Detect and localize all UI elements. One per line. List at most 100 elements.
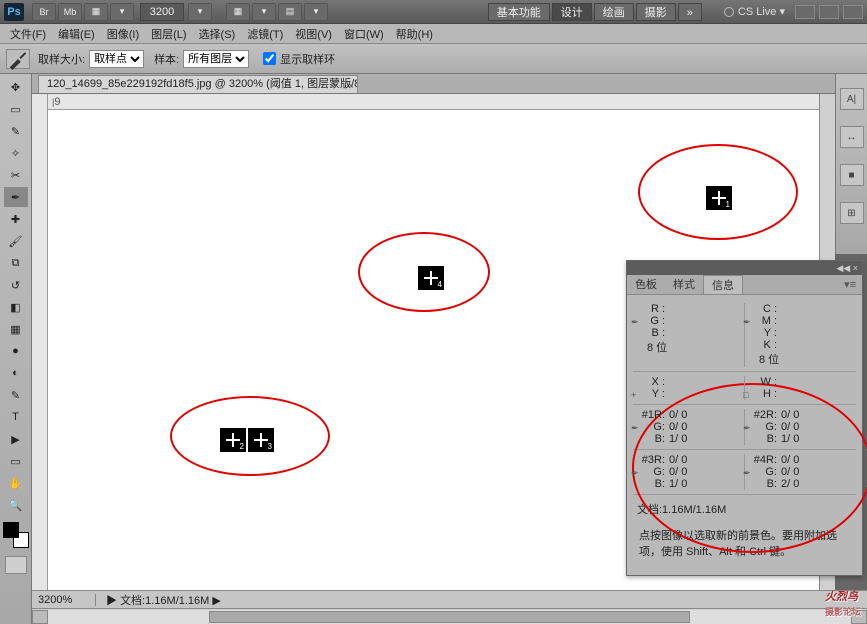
dodge-tool[interactable]: ◐ xyxy=(4,363,28,383)
cslive-icon xyxy=(724,7,734,17)
pen-tool[interactable]: ✎ xyxy=(4,385,28,405)
scroll-track[interactable] xyxy=(48,610,851,624)
document-tab-bar: 120_14699_85e229192fd18f5.jpg @ 3200% (阈… xyxy=(32,74,835,94)
status-zoom[interactable]: 3200% xyxy=(32,594,96,606)
menu-image[interactable]: 图像(I) xyxy=(101,26,145,42)
menu-window[interactable]: 窗口(W) xyxy=(338,26,390,42)
minibridge-button[interactable]: Mb xyxy=(58,3,82,21)
sample-label: 样本: xyxy=(154,51,179,67)
sample-size-select[interactable]: 取样点 xyxy=(89,50,144,68)
eraser-tool[interactable]: ◧ xyxy=(4,297,28,317)
sampler-number: 3 xyxy=(268,442,272,451)
fg-swatch[interactable] xyxy=(3,522,19,538)
path-tool[interactable]: ▶ xyxy=(4,429,28,449)
brush-tool[interactable]: 🖌 xyxy=(4,231,28,251)
tools-panel: ✥ ▭ ✎ ✧ ✂ ✒ ✚ 🖌 ⧉ ↺ ◧ ▦ ● ◐ ✎ T ▶ ▭ ✋ 🔍 xyxy=(0,74,32,624)
zoom-dropdown[interactable]: ▾ xyxy=(188,3,212,21)
workspace-design[interactable]: 设计 xyxy=(552,3,592,21)
stamp-tool[interactable]: ⧉ xyxy=(4,253,28,273)
dock-swatch-icon[interactable]: ■ xyxy=(840,164,864,186)
type-tool[interactable]: T xyxy=(4,407,28,427)
heal-tool[interactable]: ✚ xyxy=(4,209,28,229)
crop-tool[interactable]: ✂ xyxy=(4,165,28,185)
options-bar: 取样大小: 取样点 样本: 所有图层 显示取样环 xyxy=(0,44,867,74)
dimension-icon: □ xyxy=(743,390,748,400)
panel-menu-icon[interactable]: ▾≡ xyxy=(838,275,862,294)
arrange-button-1[interactable]: ▦ xyxy=(226,3,250,21)
dock-layers-icon[interactable]: ⊞ xyxy=(840,202,864,224)
color-sampler-3[interactable]: 3 xyxy=(248,428,274,452)
gradient-tool[interactable]: ▦ xyxy=(4,319,28,339)
workspace-more[interactable]: » xyxy=(678,3,702,21)
scroll-left-button[interactable] xyxy=(32,610,48,624)
menu-file[interactable]: 文件(F) xyxy=(4,26,52,42)
blur-tool[interactable]: ● xyxy=(4,341,28,361)
panel-titlebar[interactable]: ◀◀ × xyxy=(627,261,862,275)
sample-layers-select[interactable]: 所有图层 xyxy=(183,50,249,68)
move-tool[interactable]: ✥ xyxy=(4,77,28,97)
menu-layer[interactable]: 图层(L) xyxy=(145,26,192,42)
quickmask-button[interactable] xyxy=(5,556,27,574)
zoom-tool[interactable]: 🔍 xyxy=(4,495,28,515)
menu-bar: 文件(F) 编辑(E) 图像(I) 图层(L) 选择(S) 滤镜(T) 视图(V… xyxy=(0,24,867,44)
document-tab[interactable]: 120_14699_85e229192fd18f5.jpg @ 3200% (阈… xyxy=(38,75,358,93)
arrange-dropdown-1[interactable]: ▾ xyxy=(252,3,276,21)
dock-character-icon[interactable]: A| xyxy=(840,88,864,110)
eyedropper-icon: ✒ xyxy=(631,468,639,479)
eyedropper-icon: ✒ xyxy=(743,468,751,479)
close-icon[interactable]: × xyxy=(348,78,354,93)
ps-logo: Ps xyxy=(4,3,24,21)
window-minimize-button[interactable] xyxy=(795,5,815,19)
ruler-vertical xyxy=(32,94,48,590)
dock-collapsed: A| ↔ ■ ⊞ xyxy=(835,74,867,254)
scrollbar-horizontal[interactable] xyxy=(32,608,867,624)
wand-tool[interactable]: ✧ xyxy=(4,143,28,163)
window-close-button[interactable] xyxy=(843,5,863,19)
show-ring-checkbox[interactable] xyxy=(263,52,276,65)
workspace-photo[interactable]: 摄影 xyxy=(636,3,676,21)
chevron-down-icon: ▾ xyxy=(779,5,785,18)
tab-swatches[interactable]: 色板 xyxy=(627,275,665,294)
zoom-level-field[interactable]: 3200 xyxy=(140,3,184,21)
sampler-number: 1 xyxy=(726,200,730,209)
workspace-paint[interactable]: 绘画 xyxy=(594,3,634,21)
color-sampler-1[interactable]: 1 xyxy=(706,186,732,210)
info-body: ✒ R : G : B : 8 位 ✒ C : M : Y : K : 8 位 … xyxy=(627,295,862,575)
menu-filter[interactable]: 滤镜(T) xyxy=(241,26,289,42)
color-sampler-4[interactable]: 4 xyxy=(418,266,444,290)
menu-edit[interactable]: 编辑(E) xyxy=(52,26,101,42)
app-title-bar: Ps Br Mb ▦ ▾ 3200 ▾ ▦ ▾ ▤ ▾ 基本功能 设计 绘画 摄… xyxy=(0,0,867,24)
cslive-button[interactable]: CS Live ▾ xyxy=(718,5,791,18)
current-tool-icon[interactable] xyxy=(6,49,30,69)
menu-help[interactable]: 帮助(H) xyxy=(390,26,439,42)
eyedropper-tool[interactable]: ✒ xyxy=(4,187,28,207)
menu-select[interactable]: 选择(S) xyxy=(193,26,242,42)
workspace-essentials[interactable]: 基本功能 xyxy=(488,3,550,21)
cslive-label: CS Live xyxy=(738,6,777,18)
hand-tool[interactable]: ✋ xyxy=(4,473,28,493)
tab-styles[interactable]: 样式 xyxy=(665,275,703,294)
status-docsize[interactable]: ▶ 文档:1.16M/1.16M ▶ xyxy=(96,592,221,608)
dock-adjust-icon[interactable]: ↔ xyxy=(840,126,864,148)
color-swatches[interactable] xyxy=(3,522,29,548)
info-docsize: 文档:1.16M/1.16M xyxy=(633,495,856,523)
bridge-button[interactable]: Br xyxy=(32,3,56,21)
eyedropper-icon: ✒ xyxy=(631,317,639,328)
tab-info[interactable]: 信息 xyxy=(703,275,743,294)
info-panel: ◀◀ × 色板 样式 信息 ▾≡ ✒ R : G : B : 8 位 ✒ C :… xyxy=(626,260,863,576)
layout-button[interactable]: ▦ xyxy=(84,3,108,21)
document-tab-label: 120_14699_85e229192fd18f5.jpg @ 3200% (阈… xyxy=(47,78,358,90)
marquee-tool[interactable]: ▭ xyxy=(4,99,28,119)
shape-tool[interactable]: ▭ xyxy=(4,451,28,471)
arrange-button-2[interactable]: ▤ xyxy=(278,3,302,21)
lasso-tool[interactable]: ✎ xyxy=(4,121,28,141)
scroll-thumb[interactable] xyxy=(209,611,691,623)
crosshair-icon: + xyxy=(631,390,636,400)
arrange-dropdown-2[interactable]: ▾ xyxy=(304,3,328,21)
layout-dropdown[interactable]: ▾ xyxy=(110,3,134,21)
sampler-number: 2 xyxy=(240,442,244,451)
window-restore-button[interactable] xyxy=(819,5,839,19)
color-sampler-2[interactable]: 2 xyxy=(220,428,246,452)
history-brush-tool[interactable]: ↺ xyxy=(4,275,28,295)
menu-view[interactable]: 视图(V) xyxy=(289,26,338,42)
